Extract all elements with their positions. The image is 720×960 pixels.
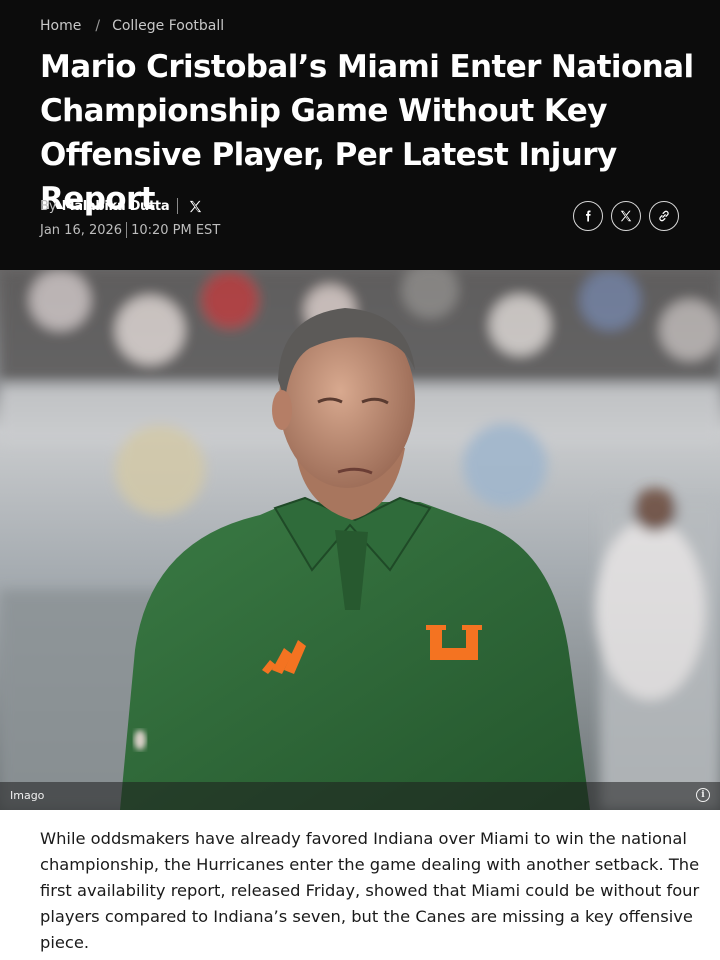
byline: By Malabika Dutta [40, 196, 204, 216]
article-header: Home / College Football Mario Cristobal’… [0, 0, 720, 270]
article-body-paragraph: While oddsmakers have already favored In… [40, 829, 700, 952]
link-icon [659, 210, 669, 222]
breadcrumb-home[interactable]: Home [40, 18, 81, 34]
facebook-share-button[interactable] [573, 201, 603, 231]
byline-prefix: By [40, 198, 57, 214]
info-icon[interactable]: i [696, 788, 710, 802]
article-title: Mario Cristobal’s Miami Enter National C… [40, 49, 694, 217]
publish-date: Jan 16, 2026 [40, 222, 123, 238]
copy-link-button[interactable] [649, 201, 679, 231]
facebook-icon [586, 210, 591, 222]
x-icon [620, 210, 632, 222]
image-caption: Imago [10, 789, 45, 802]
breadcrumb: Home / College Football [40, 16, 224, 36]
author-link[interactable]: Malabika Dutta [62, 199, 170, 214]
image-caption-bar: Imago i [0, 782, 720, 810]
dateline-divider [126, 222, 128, 238]
dateline: Jan 16, 2026 10:20 PM EST [40, 220, 220, 240]
x-share-button[interactable] [611, 201, 641, 231]
publish-time: 10:20 PM EST [131, 222, 221, 238]
hero-image [0, 270, 720, 810]
breadcrumb-separator: / [95, 18, 101, 34]
author-x-icon[interactable] [186, 197, 204, 215]
coach-photo [0, 270, 720, 810]
byline-divider [177, 198, 179, 214]
share-buttons [573, 201, 679, 231]
breadcrumb-college-football[interactable]: College Football [112, 18, 224, 34]
